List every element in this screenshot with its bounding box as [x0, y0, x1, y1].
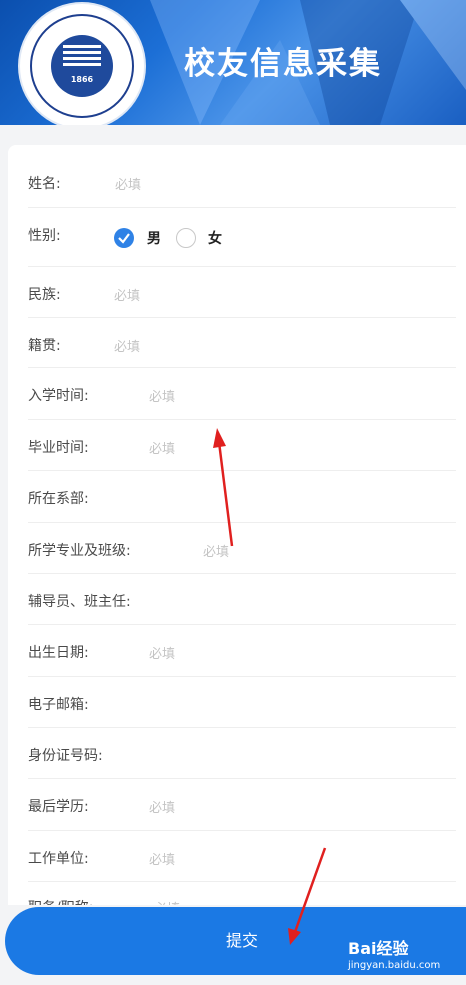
annotation-arrows — [213, 428, 327, 945]
watermark-url: jingyan.baidu.com — [348, 960, 441, 971]
baidu-watermark: Bai经验 jingyan.baidu.com — [348, 935, 440, 971]
watermark-brand: Bai经验 — [348, 939, 409, 958]
annotation-arrow-down — [288, 847, 327, 945]
annotation-arrow-up — [213, 428, 234, 547]
